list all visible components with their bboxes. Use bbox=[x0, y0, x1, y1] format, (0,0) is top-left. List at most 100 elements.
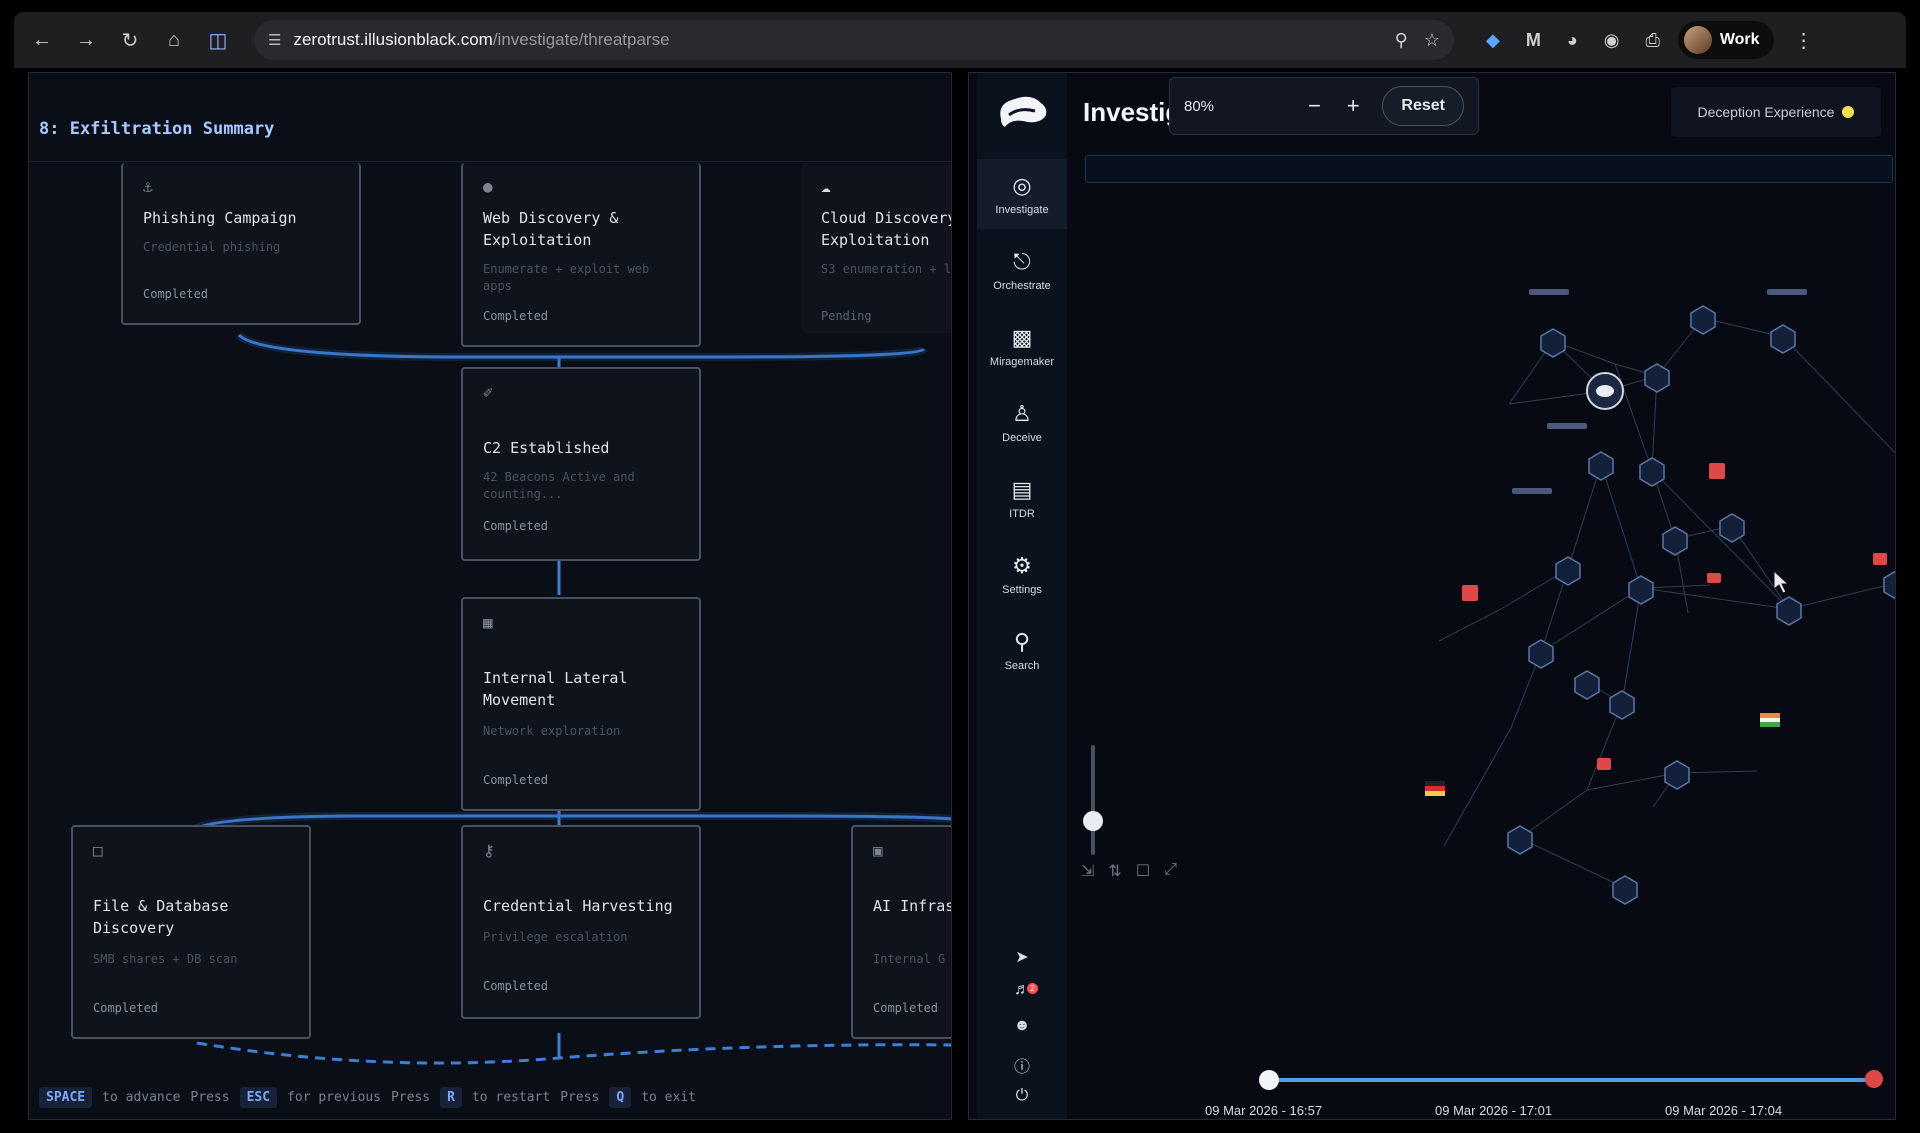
card-status: Completed bbox=[143, 287, 209, 301]
stage-card-phishing[interactable]: ⚓ Phishing Campaign Credential phishing … bbox=[121, 163, 361, 325]
stage-card-credential-harvesting[interactable]: ⚷ Credential Harvesting Privilege escala… bbox=[461, 825, 701, 1019]
nav-settings[interactable]: ⚙ Settings bbox=[977, 539, 1067, 609]
stage-card-cloud-discovery[interactable]: ☁ Cloud Discovery Exploitation S3 enumer… bbox=[801, 163, 951, 333]
hint-text: for previous bbox=[287, 1089, 381, 1105]
collapse-icon[interactable]: ⇲ bbox=[1081, 861, 1094, 881]
stage-card-c2[interactable]: ✐ C2 Established 42 Beacons Active and c… bbox=[461, 367, 701, 561]
power-icon[interactable]: ⏻ bbox=[977, 1087, 1067, 1105]
illusionblack-logo-icon bbox=[1000, 96, 1047, 127]
nav-miragemaker[interactable]: ▩ Miragemaker bbox=[977, 311, 1067, 381]
attack-flow-panel: 8: Exfiltration Summary ⚓ Phishing Campa… bbox=[28, 72, 952, 1120]
card-desc: Enumerate + exploit web apps bbox=[483, 262, 650, 293]
home-icon[interactable]: ⌂ bbox=[158, 24, 190, 56]
expand-icon[interactable]: ⤢ bbox=[1164, 861, 1177, 881]
sort-icon[interactable]: ⇅ bbox=[1108, 861, 1121, 881]
globe-icon: ● bbox=[483, 177, 493, 196]
key-space: SPACE bbox=[39, 1086, 93, 1108]
card-desc: Privilege escalation bbox=[483, 930, 628, 944]
record-extension-icon[interactable]: ◉ bbox=[1604, 30, 1620, 51]
split-view-icon[interactable]: ◫ bbox=[202, 24, 234, 56]
network-icon: ▦ bbox=[483, 613, 493, 632]
cube-stack-icon: ▩ bbox=[1011, 324, 1033, 350]
graph-tools: ⇲ ⇅ ☐ ⤢ bbox=[1081, 861, 1177, 881]
zoom-out-button[interactable]: − bbox=[1305, 93, 1324, 119]
page-title: Investig bbox=[1083, 97, 1182, 127]
globe-extension-icon[interactable]: ◕ bbox=[1567, 30, 1578, 51]
card-title: Phishing Campaign bbox=[143, 209, 297, 227]
nav-label: Investigate bbox=[995, 203, 1049, 216]
forward-icon[interactable]: → bbox=[70, 24, 102, 56]
stage-card-web-discovery[interactable]: ● Web Discovery & Exploitation Enumerate… bbox=[461, 163, 701, 347]
key-q: Q bbox=[609, 1086, 632, 1108]
timeline-label-mid: 09 Mar 2026 - 17:01 bbox=[1435, 1103, 1553, 1118]
graph-zoom-slider[interactable] bbox=[1091, 745, 1095, 855]
card-status: Completed bbox=[873, 1001, 939, 1015]
id-card-icon: ▤ bbox=[1011, 476, 1033, 502]
stage-card-ai-infra-discovery[interactable]: ▣ AI Infras Discovery Internal G Complet… bbox=[851, 825, 952, 1039]
address-bar[interactable]: ☰ zerotrust.illusionblack.com/investigat… bbox=[254, 20, 1454, 60]
nav-investigate[interactable]: ◎ Investigate bbox=[977, 159, 1067, 229]
browser-menu-icon[interactable]: ⋮ bbox=[1794, 28, 1814, 53]
nav-label: Search bbox=[1004, 659, 1040, 672]
zoom-popup: 80% − + Reset bbox=[1169, 77, 1479, 135]
bookmark-star-icon[interactable]: ☆ bbox=[1424, 30, 1440, 51]
deception-label: Deception Experience bbox=[1697, 104, 1835, 120]
card-status: Completed bbox=[483, 979, 549, 993]
timeline-start-handle[interactable] bbox=[1259, 1070, 1279, 1090]
threat-graph[interactable] bbox=[1067, 183, 1896, 1003]
stage-card-file-db-discovery[interactable]: □ File & Database Discovery SMB shares +… bbox=[71, 825, 311, 1039]
card-desc: Credential phishing bbox=[143, 240, 281, 254]
hint-text: Press bbox=[560, 1089, 600, 1105]
shield-extension-icon[interactable]: ◆ bbox=[1486, 30, 1500, 51]
nav-orchestrate[interactable]: ⎋ Orchestrate bbox=[977, 235, 1067, 305]
card-desc: 42 Beacons Active and counting... bbox=[483, 470, 635, 501]
card-title: Internal Lateral Movement bbox=[483, 669, 628, 709]
spy-icon: ♙ bbox=[1012, 400, 1032, 426]
user-icon[interactable]: ☻ bbox=[977, 1017, 1067, 1035]
stage-card-lateral-movement[interactable]: ▦ Internal Lateral Movement Network expl… bbox=[461, 597, 701, 811]
filter-bar[interactable] bbox=[1085, 155, 1893, 183]
card-title: Credential Harvesting bbox=[483, 897, 673, 915]
back-icon[interactable]: ← bbox=[26, 24, 58, 56]
timeline-end-handle[interactable] bbox=[1865, 1070, 1883, 1088]
card-title: AI Infras Discovery bbox=[873, 897, 952, 915]
status-dot bbox=[1842, 106, 1855, 118]
key-esc: ESC bbox=[239, 1086, 278, 1108]
card-status: Completed bbox=[483, 519, 549, 533]
deception-experience-toggle[interactable]: Deception Experience bbox=[1671, 87, 1881, 137]
profile-button[interactable]: Work bbox=[1677, 21, 1774, 59]
card-title: Web Discovery & Exploitation bbox=[483, 209, 619, 249]
nav-deceive[interactable]: ♙ Deceive bbox=[977, 387, 1067, 457]
nav-search[interactable]: ⚲ Search bbox=[977, 615, 1067, 685]
zoom-indicator-icon[interactable]: ⚲ bbox=[1395, 30, 1408, 51]
help-icon[interactable]: ⓘ bbox=[977, 1053, 1067, 1077]
zoom-level: 80% bbox=[1184, 97, 1215, 115]
nav-label: Miragemaker bbox=[989, 355, 1055, 368]
card-status: Completed bbox=[483, 773, 549, 787]
avatar bbox=[1683, 26, 1712, 54]
card-desc: SMB shares + DB scan bbox=[93, 952, 238, 966]
hint-text: to exit bbox=[641, 1089, 696, 1105]
puzzle-extensions-icon[interactable]: ⎙ bbox=[1645, 30, 1659, 51]
investigate-app: ◎ Investigate ⎋ Orchestrate ▩ Miragemake… bbox=[968, 72, 1896, 1120]
url-host: zerotrust.illusionblack.com bbox=[293, 30, 493, 49]
rocket-icon[interactable]: ➤ bbox=[977, 947, 1067, 967]
profile-label: Work bbox=[1719, 31, 1760, 48]
notifications-button[interactable]: ♬ 2 bbox=[977, 981, 1067, 999]
zoom-reset-button[interactable]: Reset bbox=[1382, 86, 1464, 126]
browser-toolbar: ← → ↻ ⌂ ◫ ☰ zerotrust.illusionblack.com /… bbox=[14, 12, 1906, 68]
timeline-slider[interactable] bbox=[1269, 1078, 1869, 1082]
lock-icon[interactable]: ☐ bbox=[1136, 861, 1150, 881]
zoom-in-button[interactable]: + bbox=[1344, 93, 1363, 119]
gear-icon: ⚙ bbox=[1012, 552, 1032, 578]
nav-label: ITDR bbox=[1009, 507, 1035, 520]
hook-icon: ⚓ bbox=[143, 177, 153, 196]
card-title: C2 Established bbox=[483, 439, 610, 457]
card-desc: Internal G bbox=[873, 952, 946, 966]
graph-zoom-slider-handle[interactable] bbox=[1083, 811, 1103, 831]
nav-itdr[interactable]: ▤ ITDR bbox=[977, 463, 1067, 533]
site-info-icon[interactable]: ☰ bbox=[268, 31, 281, 49]
reload-icon[interactable]: ↻ bbox=[114, 24, 146, 56]
card-status: Pending bbox=[821, 309, 872, 323]
mail-extension-icon[interactable]: M bbox=[1526, 30, 1541, 51]
